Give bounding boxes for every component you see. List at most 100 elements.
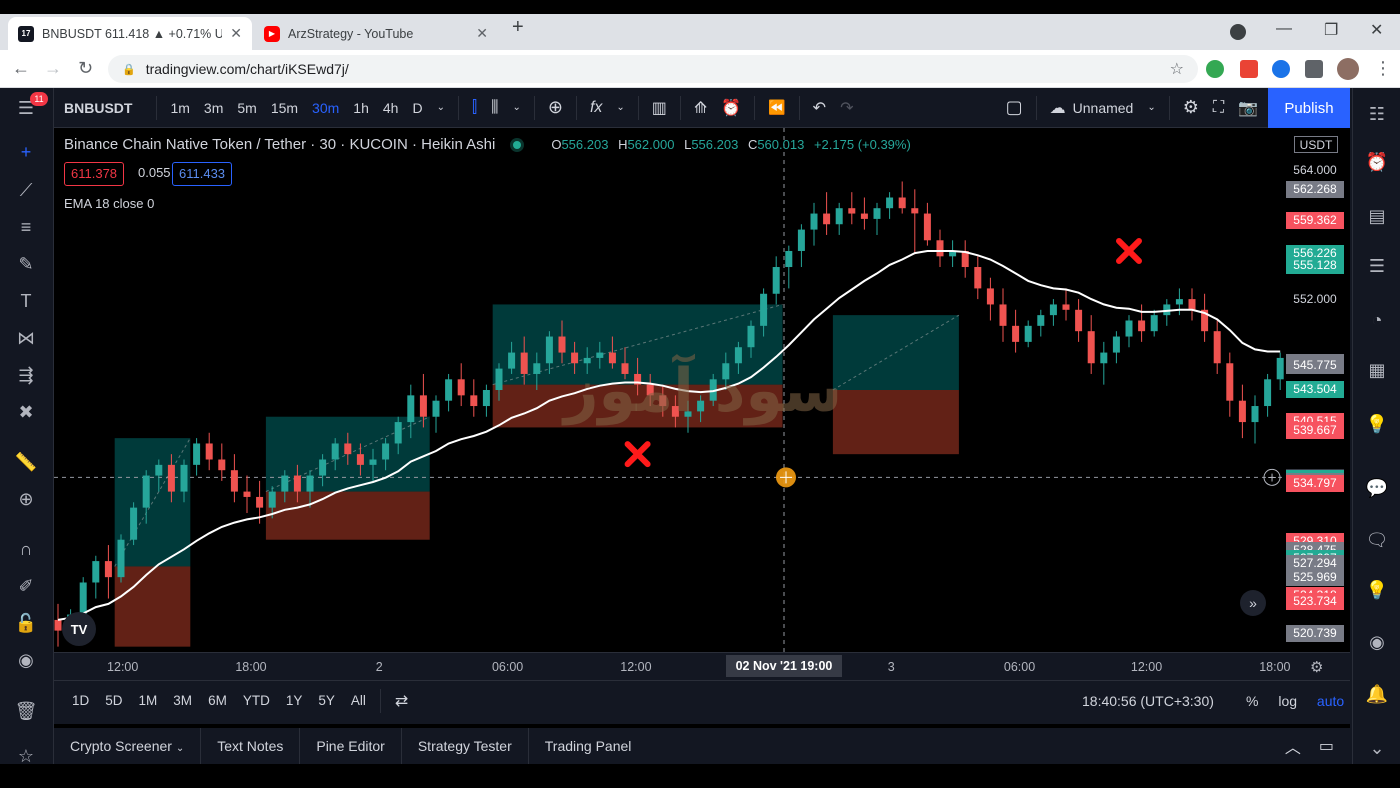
range-5y[interactable]: 5Y	[318, 693, 335, 708]
fullscreen-icon[interactable]: ⛶	[1213, 99, 1224, 117]
tradingview-logo[interactable]: TV	[62, 612, 96, 646]
interval-d[interactable]: D	[412, 100, 422, 116]
stay-drawing-icon[interactable]: ✐	[14, 574, 38, 598]
brush-icon[interactable]: ✎	[14, 252, 38, 276]
range-1d[interactable]: 1D	[72, 693, 89, 708]
chevron-down-icon[interactable]: ⌄	[176, 743, 184, 754]
hide-drawings-icon[interactable]: ◉	[14, 648, 38, 672]
data-window-icon[interactable]: ▤	[1365, 204, 1389, 228]
interval-3m[interactable]: 3m	[204, 100, 223, 116]
alerts-clock-icon[interactable]: ⏰	[1365, 150, 1389, 174]
fib-retracement-icon[interactable]: ≡	[14, 215, 38, 239]
range-all[interactable]: All	[351, 693, 366, 708]
snapshot-camera-icon[interactable]: 📷	[1238, 98, 1258, 118]
maximize-panel-icon[interactable]: ▭	[1319, 736, 1334, 756]
reload-icon[interactable]: ↻	[78, 58, 93, 79]
symbol-search-button[interactable]: BNBUSDT	[64, 100, 132, 116]
range-1y[interactable]: 1Y	[286, 693, 303, 708]
sell-price-button[interactable]: 611.378	[64, 162, 125, 186]
indicators-icon[interactable]: fx	[590, 99, 602, 117]
range-3m[interactable]: 3M	[173, 693, 192, 708]
currency-label[interactable]: USDT	[1294, 136, 1338, 153]
extension-globe-icon[interactable]	[1206, 60, 1224, 78]
publish-button[interactable]: Publish	[1268, 88, 1350, 128]
buy-price-button[interactable]: 611.433	[172, 162, 233, 186]
bar-style-icon[interactable]: ⫿	[472, 99, 477, 117]
tab-strategy-tester[interactable]: Strategy Tester	[402, 728, 529, 764]
interval-1h[interactable]: 1h	[353, 100, 369, 116]
chart-type-icon[interactable]: ⫼	[491, 99, 498, 117]
interval-1m[interactable]: 1m	[170, 100, 189, 116]
interval-15m[interactable]: 15m	[271, 100, 298, 116]
profile-dot-icon[interactable]	[1230, 24, 1246, 40]
range-1m[interactable]: 1M	[139, 693, 158, 708]
chevron-down-icon[interactable]: ⌄	[1147, 102, 1155, 113]
text-tool-icon[interactable]: T	[14, 289, 38, 313]
trash-icon[interactable]: 🗑	[14, 699, 38, 723]
scroll-to-realtime-button[interactable]: »	[1240, 590, 1266, 616]
news-icon[interactable]: ☰	[1365, 254, 1389, 278]
watchlist-icon[interactable]: ☷	[1365, 102, 1389, 126]
pattern-icon[interactable]: ⋈	[14, 326, 38, 350]
chevron-down-icon[interactable]: ⌄	[616, 102, 624, 113]
interval-5m[interactable]: 5m	[237, 100, 256, 116]
timezone-clock[interactable]: 18:40:56 (UTC+3:30)	[1082, 693, 1214, 709]
magnet-icon[interactable]: ∩	[14, 537, 38, 561]
window-close-button[interactable]: ✕	[1370, 20, 1383, 40]
extensions-puzzle-icon[interactable]	[1305, 60, 1323, 78]
financials-icon[interactable]: ⟰	[694, 98, 707, 118]
chevron-down-icon[interactable]: ⌄	[437, 102, 445, 113]
zoom-in-icon[interactable]: ⊕	[14, 487, 38, 511]
calendar-icon[interactable]: ▦	[1365, 358, 1389, 382]
indicator-legend-ema[interactable]: EMA 18 close 0	[64, 196, 154, 211]
settings-gear-icon[interactable]: ⚙	[1183, 97, 1199, 118]
alert-icon[interactable]: ⏰	[721, 98, 741, 118]
redo-icon[interactable]: ↷	[840, 98, 853, 118]
chart-pane[interactable]: + سود آموز Binance Chain Native Token / …	[54, 128, 1350, 652]
interval-4h[interactable]: 4h	[383, 100, 399, 116]
prediction-icon[interactable]: ⇶	[14, 363, 38, 387]
tab-close-icon[interactable]: ✕	[476, 25, 488, 42]
replay-icon[interactable]: ⏪	[768, 99, 785, 116]
ideas-bulb-icon[interactable]: 💡	[1365, 412, 1389, 436]
layout-select-icon[interactable]: ▢	[1006, 97, 1023, 118]
more-chevron-icon[interactable]: ⌄	[1365, 736, 1389, 760]
remove-icon[interactable]: ✖	[14, 400, 38, 424]
compare-icon[interactable]: ⊕	[548, 97, 563, 118]
bookmark-star-icon[interactable]: ☆	[1170, 59, 1184, 79]
browser-tab-youtube[interactable]: ▶ ArzStrategy - YouTube ✕	[254, 17, 498, 50]
ruler-icon[interactable]: 📏	[14, 450, 38, 474]
crosshair-icon[interactable]: +	[14, 140, 38, 164]
hotlist-icon[interactable]: ◔	[1365, 308, 1389, 332]
streams-icon[interactable]: 💡	[1365, 578, 1389, 602]
range-5d[interactable]: 5D	[105, 693, 122, 708]
forward-arrow-icon[interactable]: →	[44, 58, 62, 79]
window-minimize-button[interactable]: —	[1276, 20, 1292, 38]
back-arrow-icon[interactable]: ←	[12, 58, 30, 79]
messages-icon[interactable]: 🗨	[1365, 528, 1389, 552]
tab-pine-editor[interactable]: Pine Editor	[300, 728, 402, 764]
percent-scale-toggle[interactable]: %	[1246, 693, 1258, 709]
notifications-bell-icon[interactable]: 🔔	[1365, 682, 1389, 706]
templates-icon[interactable]: ▥	[652, 98, 667, 118]
new-tab-button[interactable]: +	[512, 16, 524, 39]
collapse-panel-icon[interactable]: ︿	[1285, 734, 1301, 758]
extension-plus-icon[interactable]	[1240, 60, 1258, 78]
lock-drawings-icon[interactable]: 🔓	[14, 611, 38, 635]
trend-line-icon[interactable]: ⟋	[14, 178, 38, 202]
layout-name-button[interactable]: Unnamed	[1073, 100, 1134, 116]
broadcast-icon[interactable]: ◉	[1365, 630, 1389, 654]
undo-icon[interactable]: ↶	[813, 98, 826, 118]
axis-settings-icon[interactable]: ⚙	[1310, 658, 1323, 676]
chevron-down-icon[interactable]: ⌄	[512, 102, 520, 113]
range-ytd[interactable]: YTD	[243, 693, 270, 708]
tab-crypto-screener[interactable]: Crypto Screener ⌄	[54, 728, 202, 764]
tab-trading-panel[interactable]: Trading Panel	[529, 728, 648, 764]
time-axis[interactable]: 12:00 18:00 2 06:00 12:00 3 06:00 12:00 18:00 02…	[54, 652, 1350, 680]
interval-30m[interactable]: 30m	[312, 100, 339, 116]
menu-kebab-icon[interactable]: ⋮	[1374, 58, 1392, 79]
avatar[interactable]	[1337, 58, 1359, 80]
extension-blue-icon[interactable]	[1272, 60, 1290, 78]
range-6m[interactable]: 6M	[208, 693, 227, 708]
tab-text-notes[interactable]: Text Notes	[201, 728, 301, 764]
